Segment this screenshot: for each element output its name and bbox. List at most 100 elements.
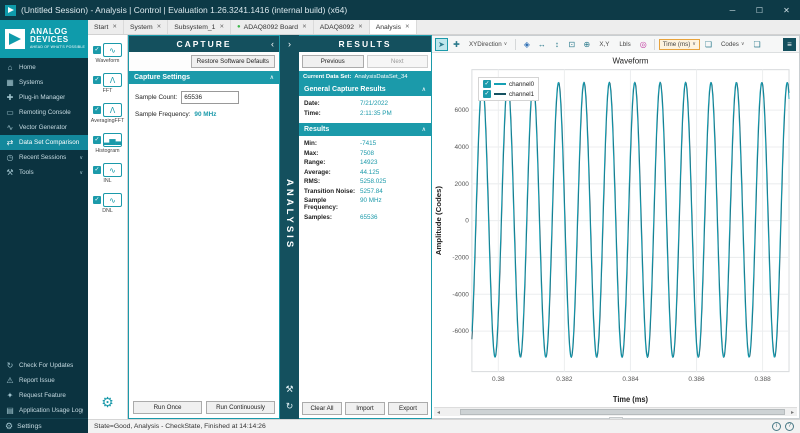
view-checkbox[interactable]: ✓ <box>93 106 101 114</box>
result-row-range-: Range:14923 <box>304 159 426 166</box>
toolbar-separator <box>515 39 516 50</box>
systems-icon: ▦ <box>5 78 15 87</box>
maximize-button[interactable]: ☐ <box>746 0 773 20</box>
breadcrumb-tab-start[interactable]: Start✕ <box>88 20 124 34</box>
zoom-in-icon[interactable]: ⊕ <box>580 38 593 51</box>
svg-text:-4000: -4000 <box>452 291 469 298</box>
breadcrumb-tab-subsystem-1[interactable]: Subsystem_1✕ <box>168 20 231 34</box>
breadcrumb-tab-system[interactable]: System✕ <box>124 20 168 34</box>
view-checkbox[interactable]: ✓ <box>93 136 101 144</box>
tab-close-icon[interactable]: ✕ <box>112 24 117 30</box>
tab-close-icon[interactable]: ✕ <box>157 24 162 30</box>
brand-tagline: AHEAD OF WHAT'S POSSIBLE <box>30 46 85 50</box>
svg-text:0.38: 0.38 <box>492 376 505 383</box>
datatip-icon[interactable]: ◎ <box>637 38 650 51</box>
chart-horizontal-scrollbar[interactable]: ◂ ▸ ⌄ <box>434 407 797 416</box>
results-section-header[interactable]: Results ∧ <box>299 123 431 136</box>
sidebar-item-report-issue[interactable]: ⚠Report Issue <box>0 373 88 388</box>
tab-close-icon[interactable]: ✕ <box>405 24 410 30</box>
chart-menu-button[interactable]: ≡ <box>783 38 796 51</box>
brand-line2: DEVICES <box>30 36 85 44</box>
import-button[interactable]: Import <box>345 402 385 415</box>
clear-all-button[interactable]: Clear All <box>302 402 342 415</box>
sidebar-item-recent-sessions[interactable]: ◷Recent Sessions∨ <box>0 150 88 165</box>
analysis-view-inl[interactable]: ✓∿INL <box>88 163 127 184</box>
run-once-button[interactable]: Run Once <box>133 401 202 414</box>
analysis-view-dnl[interactable]: ✓∿DNL <box>88 193 127 214</box>
scroll-left-arrow-icon[interactable]: ◂ <box>434 408 443 416</box>
legend-checkbox[interactable]: ✓ <box>483 80 491 88</box>
collapse-left-icon[interactable]: ‹ <box>271 39 274 49</box>
sidebar-item-tools[interactable]: ⚒Tools∨ <box>0 165 88 180</box>
legend-checkbox[interactable]: ✓ <box>483 90 491 98</box>
view-checkbox[interactable]: ✓ <box>93 76 101 84</box>
labels-toggle[interactable]: Lbls <box>615 39 634 50</box>
refresh-icon[interactable]: ↻ <box>286 401 294 412</box>
analysis-view-histogram[interactable]: ✓▂▅▃Histogram <box>88 133 127 154</box>
sample-frequency-value: 90 MHz <box>194 111 216 118</box>
sidebar-item-label: Data Set Comparison <box>19 139 79 146</box>
sample-count-input[interactable] <box>181 91 239 104</box>
close-button[interactable]: ✕ <box>773 0 800 20</box>
tab-close-icon[interactable]: ✕ <box>358 24 363 30</box>
main-content: ✓∿Waveform ✓ΛFFT ✓ΛAveragingFFT ✓▂▅▃Histogr… <box>88 35 800 419</box>
sidebar-item-vector-generator[interactable]: ∿Vector Generator <box>0 120 88 135</box>
breadcrumb-tab-analysis[interactable]: Analysis✕ <box>370 20 417 34</box>
analysis-view-waveform[interactable]: ✓∿Waveform <box>88 43 127 64</box>
export-image-icon[interactable]: ❏ <box>751 38 764 51</box>
legend-item-channel0[interactable]: ✓channel0 <box>483 80 534 88</box>
sidebar-item-application-usage-logging[interactable]: ▤Application Usage Logging <box>0 403 88 418</box>
restore-defaults-button[interactable]: Restore Software Defaults <box>191 55 275 68</box>
zoom-y-icon[interactable]: ↕ <box>550 38 563 51</box>
cursor-tool-icon[interactable]: ➤ <box>435 38 448 51</box>
zoom-x-icon[interactable]: ↔ <box>535 38 548 51</box>
tab-close-icon[interactable]: ✕ <box>302 24 307 30</box>
x-unit-dropdown[interactable]: Time (ms)∨ <box>659 39 700 50</box>
scroll-right-arrow-icon[interactable]: ▸ <box>788 408 797 416</box>
analysis-settings-gear-icon[interactable]: ⚙ <box>101 394 114 411</box>
sidebar-item-request-feature[interactable]: ✦Request Feature <box>0 388 88 403</box>
minimize-button[interactable]: ─ <box>719 0 746 20</box>
capture-settings-header[interactable]: Capture Settings ∧ <box>129 71 279 84</box>
tab-close-icon[interactable]: ✕ <box>219 24 224 30</box>
expand-right-icon[interactable]: › <box>288 39 291 49</box>
breadcrumb-tab-adaq8092-board[interactable]: ●ADAQ8092 Board✕ <box>231 20 314 34</box>
sidebar-item-data-set-comparison[interactable]: ⇄Data Set Comparison <box>0 135 88 150</box>
sidebar-item-home[interactable]: ⌂Home <box>0 60 88 75</box>
waveform-plot[interactable]: 0.380.3820.3840.3860.3886000400020000-20… <box>432 53 799 407</box>
sidebar-item-plugin-manager[interactable]: ✚Plug-in Manager <box>0 90 88 105</box>
legend-item-channel1[interactable]: ✓channel1 <box>483 90 534 98</box>
xy-direction-dropdown[interactable]: XYDirection∨ <box>465 39 511 50</box>
next-button[interactable]: Next <box>367 55 429 68</box>
analysis-view-averagingfft[interactable]: ✓ΛAveragingFFT <box>88 103 127 124</box>
request-feature-icon: ✦ <box>5 391 15 400</box>
sidebar-item-systems[interactable]: ▦Systems <box>0 75 88 90</box>
help-icon[interactable]: ? <box>785 422 794 431</box>
wrench-icon[interactable]: ⚒ <box>285 384 293 395</box>
y-unit-dropdown[interactable]: Codes∨ <box>717 39 749 50</box>
box-zoom-icon[interactable]: ⊡ <box>565 38 578 51</box>
sidebar-item-check-for-updates[interactable]: ↻Check For Updates <box>0 358 88 373</box>
window-controls: ─ ☐ ✕ <box>719 0 800 20</box>
view-checkbox[interactable]: ✓ <box>93 166 101 174</box>
svg-text:2000: 2000 <box>455 181 470 188</box>
general-capture-results-title: General Capture Results <box>304 86 386 93</box>
view-checkbox[interactable]: ✓ <box>93 46 101 54</box>
copy-icon[interactable]: ❏ <box>702 38 715 51</box>
analysis-view-fft[interactable]: ✓ΛFFT <box>88 73 127 94</box>
breadcrumb-tab-adaq8092[interactable]: ADAQ8092✕ <box>314 20 370 34</box>
view-checkbox[interactable]: ✓ <box>93 196 101 204</box>
info-icon[interactable]: i <box>772 422 781 431</box>
scrollbar-thumb[interactable] <box>460 409 785 415</box>
svg-text:6000: 6000 <box>455 107 470 114</box>
sidebar-item-settings[interactable]: ⚙ Settings <box>0 418 88 433</box>
general-capture-results-header[interactable]: General Capture Results ∧ <box>299 83 431 96</box>
xy-readout-toggle[interactable]: X,Y <box>595 39 613 50</box>
sidebar-item-label: Report Issue <box>19 377 55 384</box>
run-continuously-button[interactable]: Run Continuously <box>206 401 275 414</box>
export-button[interactable]: Export <box>388 402 428 415</box>
sidebar-item-remoting-console[interactable]: ▭Remoting Console <box>0 105 88 120</box>
previous-button[interactable]: Previous <box>302 55 364 68</box>
pan-tool-icon[interactable]: ✚ <box>450 38 463 51</box>
zoom-xy-icon[interactable]: ◈ <box>520 38 533 51</box>
